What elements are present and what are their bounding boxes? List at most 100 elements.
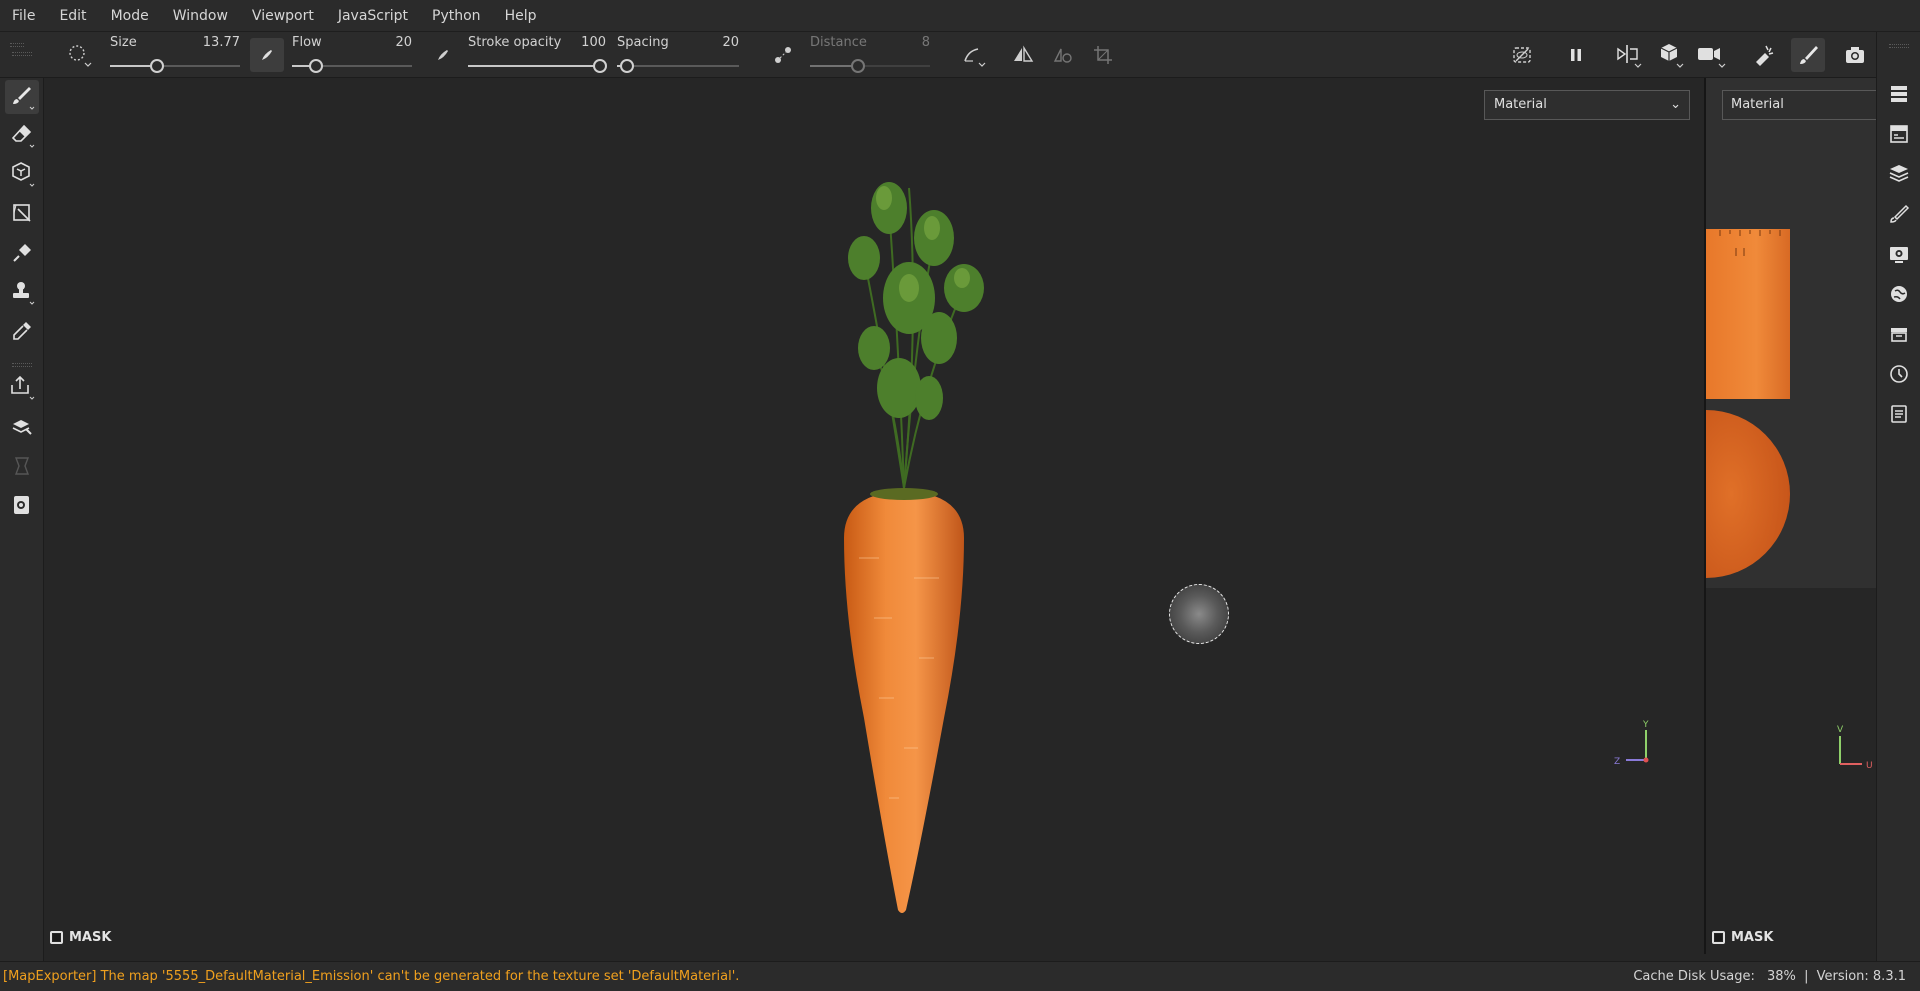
viewport-mask-toggle[interactable]: MASK (50, 930, 111, 945)
layers-list-button[interactable] (1883, 78, 1915, 110)
texture-set-button[interactable] (1883, 118, 1915, 150)
carrot-foliage (848, 182, 984, 420)
mask-checkbox-icon (50, 931, 63, 944)
menu-help[interactable]: Help (493, 0, 549, 32)
spacing-value[interactable]: 20 (722, 35, 739, 50)
2d-uv-view[interactable]: Material V U MASK (1704, 78, 1876, 954)
history-button[interactable] (1883, 358, 1915, 390)
symmetry-settings-icon (1053, 48, 1072, 63)
flow-value[interactable]: 20 (395, 35, 412, 50)
size-knob[interactable] (149, 59, 164, 73)
polygon-fill-tool-button[interactable] (5, 196, 39, 230)
log-button[interactable] (1883, 398, 1915, 430)
color-picker-tool-button[interactable] (5, 314, 39, 348)
shelf-button[interactable] (1883, 318, 1915, 350)
app-window: File Edit Mode Window Viewport JavaScrip… (0, 0, 1920, 991)
left-toolbar (0, 52, 44, 961)
toolbar-grip[interactable] (10, 43, 24, 47)
menu-mode[interactable]: Mode (99, 0, 161, 32)
mask-checkbox-icon (1712, 931, 1725, 944)
stroke-opacity-label: Stroke opacity (468, 35, 562, 50)
uv-channel-dropdown[interactable]: Material (1722, 90, 1876, 120)
video-camera-icon (1698, 48, 1726, 68)
mesh-mask-icon (14, 496, 29, 514)
smudge-icon (13, 244, 31, 262)
environment-button[interactable] (1883, 278, 1915, 310)
material-picker-tool-button[interactable] (5, 410, 39, 444)
symmetry-button[interactable] (1006, 38, 1040, 72)
menu-python[interactable]: Python (420, 0, 493, 32)
pause-button[interactable] (1559, 38, 1593, 72)
view-mode-button[interactable] (1654, 38, 1688, 72)
brush-shape-button[interactable] (62, 38, 96, 72)
screenshot-button[interactable] (1838, 38, 1872, 72)
stroke-opacity-knob[interactable] (593, 59, 607, 73)
version-text: Version: 8.3.1 (1816, 969, 1906, 984)
smudge-tool-button[interactable] (5, 236, 39, 270)
pause-icon (1571, 49, 1581, 61)
status-warning-message[interactable]: [MapExporter] The map '5555_DefaultMater… (3, 962, 739, 991)
alignment-button[interactable] (956, 38, 990, 72)
left-toolbar-separator (12, 363, 32, 367)
3d-viewport[interactable]: Material ⌄ Y Z MASK (44, 78, 1704, 954)
brush-properties-button[interactable] (1883, 198, 1915, 230)
right-toolbar (1876, 32, 1920, 961)
lazy-mouse-button[interactable] (766, 38, 800, 72)
size-label: Size (110, 35, 137, 50)
symmetry-settings-button[interactable] (1046, 38, 1080, 72)
clone-stamp-icon (13, 282, 35, 305)
uv-axis-gizmo: V U (1837, 725, 1873, 771)
paint-tool-button[interactable] (5, 80, 39, 114)
menu-javascript[interactable]: JavaScript (326, 0, 420, 32)
hide-ui-button[interactable] (1505, 38, 1539, 72)
pen-pressure-icon (262, 50, 272, 60)
spacing-knob[interactable] (619, 59, 634, 73)
menu-edit[interactable]: Edit (47, 0, 98, 32)
carrot-model (844, 182, 984, 913)
mesh-mask-tool-button[interactable] (5, 488, 39, 522)
polygon-fill-icon (13, 204, 31, 222)
distance-slider[interactable]: Distance 8 (810, 32, 930, 78)
display-settings-button[interactable] (1883, 238, 1915, 270)
viewport-mask-label: MASK (69, 930, 112, 945)
bake-export-tool-button[interactable] (5, 370, 39, 404)
paint-mode-button[interactable] (1791, 38, 1825, 72)
viewport-axis-gizmo: Y Z (1614, 720, 1649, 767)
uv-mask-toggle[interactable]: MASK (1712, 930, 1773, 945)
clone-tool-button[interactable] (5, 275, 39, 309)
brush-properties-icon (1890, 204, 1910, 223)
viewport-channel-dropdown[interactable]: Material ⌄ (1484, 90, 1690, 120)
size-slider[interactable]: Size 13.77 (110, 32, 240, 78)
spacing-slider[interactable]: Spacing 20 (617, 32, 739, 78)
flow-pressure-button[interactable] (426, 38, 460, 72)
geometry-tool-button[interactable] (5, 449, 39, 483)
x-axis-dot (1643, 757, 1649, 763)
size-pressure-button[interactable] (250, 38, 284, 72)
distance-value[interactable]: 8 (922, 35, 930, 50)
transform-button[interactable] (1086, 38, 1120, 72)
y-axis-label: Y (1642, 720, 1649, 730)
right-toolbar-grip[interactable] (1889, 44, 1909, 48)
camera-mode-button[interactable] (1694, 38, 1728, 72)
split-view-button[interactable] (1612, 38, 1646, 72)
distance-label: Distance (810, 35, 867, 50)
flow-knob[interactable] (309, 59, 323, 73)
bake-mode-button[interactable] (1747, 38, 1781, 72)
menu-file[interactable]: File (0, 0, 47, 32)
flow-slider[interactable]: Flow 20 (292, 32, 412, 78)
spacing-label: Spacing (617, 35, 669, 50)
log-document-icon (1891, 405, 1907, 423)
menu-viewport[interactable]: Viewport (240, 0, 326, 32)
eraser-tool-button[interactable] (5, 118, 39, 152)
menu-window[interactable]: Window (161, 0, 240, 32)
z-axis-label: Z (1614, 757, 1620, 767)
stroke-opacity-value[interactable]: 100 (581, 35, 606, 50)
size-value[interactable]: 13.77 (203, 35, 240, 50)
stroke-opacity-slider[interactable]: Stroke opacity 100 (468, 32, 607, 78)
status-separator: | (1804, 969, 1809, 984)
layer-stack-button[interactable] (1883, 158, 1915, 190)
projection-tool-button[interactable] (5, 157, 39, 191)
left-toolbar-grip[interactable] (12, 52, 32, 56)
camera-icon (1846, 47, 1864, 63)
distance-knob[interactable] (851, 59, 865, 73)
